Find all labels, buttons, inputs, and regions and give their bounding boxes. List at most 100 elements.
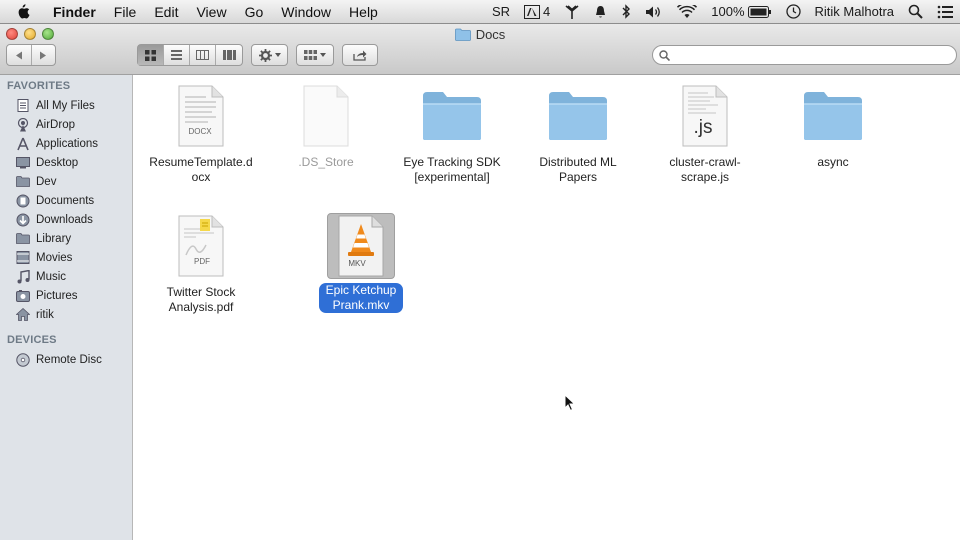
menu-go[interactable]: Go: [236, 4, 273, 20]
docx-badge: DOCX: [188, 127, 212, 136]
menu-edit[interactable]: Edit: [145, 4, 187, 20]
share-button[interactable]: [342, 44, 378, 66]
folder-item-eye-tracking[interactable]: Eye Tracking SDK [experimental]: [387, 83, 517, 185]
arrange-menu-button[interactable]: [296, 44, 334, 66]
user-name-menu[interactable]: Ritik Malhotra: [815, 4, 894, 19]
volume-icon[interactable]: [645, 5, 663, 19]
sidebar-item-music[interactable]: Music: [0, 267, 132, 286]
menu-bar: Finder File Edit View Go Window Help SR …: [0, 0, 960, 24]
forward-arrow-icon: [40, 51, 47, 59]
folder-icon: [417, 83, 487, 149]
mouse-cursor-icon: [564, 394, 576, 412]
window-title-text: Docs: [475, 27, 506, 42]
column-view-button[interactable]: [190, 45, 216, 65]
file-name: .DS_Store: [298, 155, 354, 169]
menu-window[interactable]: Window: [272, 4, 340, 20]
sidebar-item-documents[interactable]: Documents: [0, 191, 132, 210]
list-view-button[interactable]: [164, 45, 190, 65]
folder-icon: [454, 28, 471, 41]
action-menu-button[interactable]: [251, 44, 288, 66]
js-badge: .js: [693, 117, 713, 138]
file-item-ds-store[interactable]: .DS_Store: [261, 83, 391, 170]
sidebar-item-airdrop[interactable]: AirDrop: [0, 115, 132, 134]
menu-view[interactable]: View: [187, 4, 235, 20]
sidebar-item-pictures[interactable]: Pictures: [0, 286, 132, 305]
desktop-icon: [16, 156, 30, 170]
sidebar-item-label: Desktop: [36, 156, 79, 169]
menu-finder[interactable]: Finder: [44, 4, 105, 20]
sidebar-item-label: Documents: [36, 194, 95, 207]
adobe-icon: [524, 4, 541, 19]
wifi-icon[interactable]: [677, 4, 698, 19]
gear-icon: [258, 48, 272, 62]
sidebar-item-all-my-files[interactable]: All My Files: [0, 96, 132, 115]
folder-item-distributed-ml[interactable]: Distributed ML Papers: [513, 83, 643, 185]
bluetooth-icon[interactable]: [621, 4, 631, 19]
sidebar-item-downloads[interactable]: Downloads: [0, 210, 132, 229]
chevron-down-icon: [274, 53, 281, 57]
sidebar-header-favorites: FAVORITES: [7, 80, 71, 92]
sidebar-item-label: Movies: [36, 251, 73, 264]
sidebar-item-ritik[interactable]: ritik: [0, 305, 132, 324]
mkv-badge: MKV: [348, 259, 366, 268]
input-source-menu[interactable]: SR: [492, 4, 510, 19]
file-name: cluster-crawl- scrape.js: [669, 155, 741, 184]
antenna-icon[interactable]: [564, 4, 580, 19]
file-name: Eye Tracking SDK [experimental]: [403, 155, 501, 184]
sidebar-item-dev[interactable]: Dev: [0, 172, 132, 191]
apple-icon: [18, 4, 29, 19]
icon-grid-icon: [145, 49, 156, 61]
list-icon: [171, 50, 182, 60]
icon-view-button[interactable]: [138, 45, 164, 65]
back-button[interactable]: [7, 45, 32, 65]
notification-center-icon[interactable]: [937, 5, 953, 19]
forward-button[interactable]: [32, 45, 56, 65]
clock-icon[interactable]: [785, 4, 801, 19]
sidebar-item-label: ritik: [36, 308, 54, 321]
pictures-icon: [16, 289, 30, 303]
search-field[interactable]: [652, 45, 957, 65]
blank-file-icon: [291, 83, 361, 149]
sidebar-item-label: Pictures: [36, 289, 78, 302]
sidebar-item-library[interactable]: Library: [0, 229, 132, 248]
search-icon: [659, 49, 670, 61]
coverflow-view-button[interactable]: [216, 45, 242, 65]
sidebar-header-devices: DEVICES: [7, 334, 57, 346]
folder-item-async[interactable]: async: [768, 83, 898, 170]
disc-icon: [16, 352, 30, 367]
sidebar-item-label: Downloads: [36, 213, 93, 226]
spotlight-icon[interactable]: [908, 4, 923, 19]
sidebar-item-label: Dev: [36, 175, 57, 188]
folder-icon: [16, 175, 30, 189]
battery-menu[interactable]: 100%: [711, 4, 771, 19]
apple-menu[interactable]: [0, 3, 44, 20]
folder-icon: [16, 232, 30, 246]
file-browser: ResumeTemplate.d ocx .DS_Store Eye Track…: [134, 75, 960, 540]
sidebar-item-desktop[interactable]: Desktop: [0, 153, 132, 172]
sidebar-item-remote-disc[interactable]: Remote Disc: [0, 350, 132, 369]
columns-icon: [196, 50, 209, 60]
sidebar-item-applications[interactable]: Applications: [0, 134, 132, 153]
view-mode-control: [137, 44, 243, 66]
sidebar-item-movies[interactable]: Movies: [0, 248, 132, 267]
downloads-icon: [16, 213, 30, 227]
pdf-file-icon: [166, 213, 236, 279]
movies-icon: [16, 251, 30, 265]
file-name: Epic Ketchup Prank.mkv: [318, 283, 404, 313]
file-name: ResumeTemplate.d ocx: [149, 155, 253, 184]
adobe-menu[interactable]: 4: [524, 4, 550, 19]
sidebar: FAVORITES All My Files AirDrop Applicati…: [0, 75, 133, 540]
sidebar-item-label: AirDrop: [36, 118, 75, 131]
sidebar-item-label: Remote Disc: [36, 353, 102, 366]
music-icon: [16, 269, 30, 284]
documents-icon: [16, 194, 30, 208]
home-icon: [16, 308, 30, 322]
search-input[interactable]: [674, 48, 944, 62]
menu-help[interactable]: Help: [340, 4, 387, 20]
folder-icon: [798, 83, 868, 149]
bell-icon[interactable]: [594, 5, 607, 19]
applications-icon: [16, 137, 30, 151]
coverflow-icon: [222, 50, 236, 60]
window-toolbar: Docs: [0, 24, 960, 75]
menu-file[interactable]: File: [105, 4, 146, 20]
